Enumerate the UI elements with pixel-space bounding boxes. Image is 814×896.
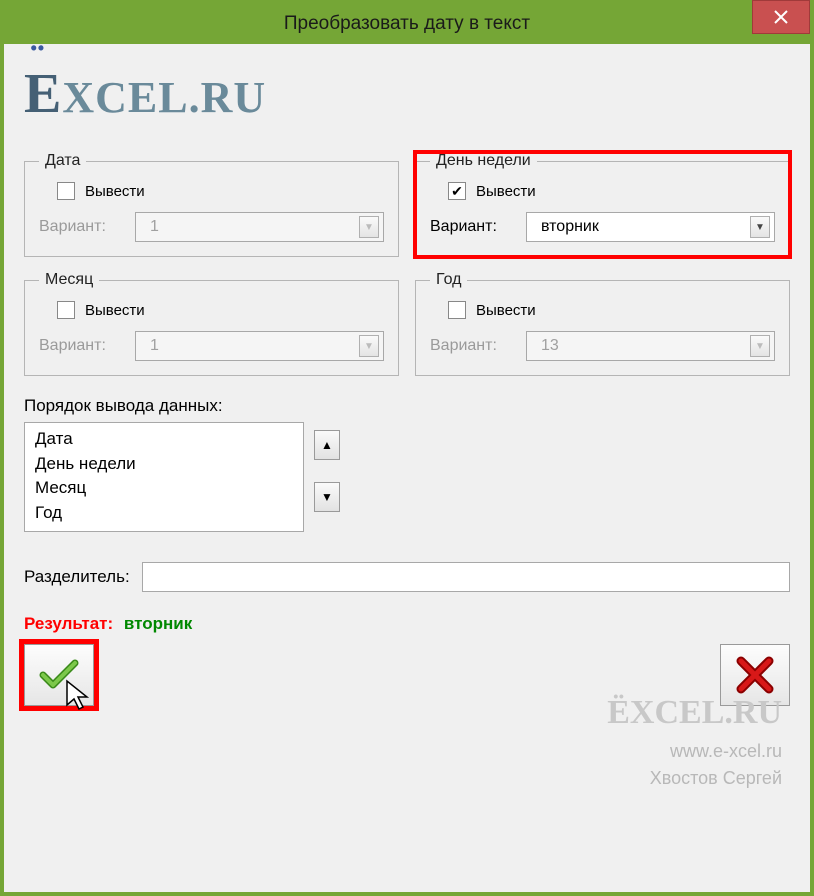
group-year-legend: Год <box>430 271 467 289</box>
cancel-button[interactable] <box>720 644 790 706</box>
chevron-down-icon: ▼ <box>359 216 379 238</box>
label-date-variant: Вариант: <box>39 218 123 236</box>
ok-button[interactable] <box>24 644 94 706</box>
watermark-author: Хвостов Сергей <box>607 765 782 792</box>
dropdown-month-value: 1 <box>150 337 159 355</box>
checkbox-month-output[interactable] <box>57 301 75 319</box>
dialog-window: Преобразовать дату в текст EXCEL.RU Дата… <box>0 0 814 896</box>
checkbox-weekday-output[interactable]: ✔ <box>448 182 466 200</box>
order-section: Порядок вывода данных: Дата День недели … <box>24 396 790 532</box>
result-row: Результат: вторник <box>24 614 790 634</box>
list-item[interactable]: Месяц <box>35 476 293 501</box>
label-year-output: Вывести <box>476 302 536 319</box>
dropdown-month-variant: 1 ▼ <box>135 331 384 361</box>
list-item[interactable]: Дата <box>35 427 293 452</box>
watermark-url: www.e-xcel.ru <box>607 738 782 765</box>
result-label: Результат: <box>24 614 113 633</box>
chevron-down-icon: ▼ <box>750 216 770 238</box>
check-icon <box>37 653 81 697</box>
label-month-variant: Вариант: <box>39 337 123 355</box>
group-date-legend: Дата <box>39 152 86 170</box>
separator-input[interactable] <box>142 562 790 592</box>
move-up-button[interactable]: ▲ <box>314 430 340 460</box>
separator-label: Разделитель: <box>24 567 130 587</box>
logo-text: XCEL.RU <box>62 73 266 122</box>
list-item[interactable]: Год <box>35 501 293 526</box>
checkbox-year-output[interactable] <box>448 301 466 319</box>
dropdown-date-value: 1 <box>150 218 159 236</box>
titlebar: Преобразовать дату в текст <box>4 4 810 44</box>
move-down-button[interactable]: ▼ <box>314 482 340 512</box>
group-year: Год Вывести Вариант: 13 ▼ <box>415 271 790 376</box>
dropdown-weekday-value: вторник <box>541 218 599 236</box>
group-weekday: День недели ✔ Вывести Вариант: вторник ▼ <box>415 152 790 257</box>
chevron-down-icon: ▼ <box>359 335 379 357</box>
window-title: Преобразовать дату в текст <box>284 13 530 35</box>
dropdown-date-variant: 1 ▼ <box>135 212 384 242</box>
dropdown-year-variant: 13 ▼ <box>526 331 775 361</box>
group-weekday-legend: День недели <box>430 152 537 170</box>
result-value: вторник <box>124 614 192 633</box>
label-date-output: Вывести <box>85 183 145 200</box>
checkbox-date-output[interactable] <box>57 182 75 200</box>
client-area: EXCEL.RU Дата Вывести Вариант: 1 ▼ <box>4 44 810 892</box>
order-listbox[interactable]: Дата День недели Месяц Год <box>24 422 304 532</box>
label-weekday-output: Вывести <box>476 183 536 200</box>
label-weekday-variant: Вариант: <box>430 218 514 236</box>
close-icon <box>774 10 788 24</box>
group-month: Месяц Вывести Вариант: 1 ▼ <box>24 271 399 376</box>
group-date: Дата Вывести Вариант: 1 ▼ <box>24 152 399 257</box>
list-item[interactable]: День недели <box>35 452 293 477</box>
label-year-variant: Вариант: <box>430 337 514 355</box>
x-icon <box>735 655 775 695</box>
order-label: Порядок вывода данных: <box>24 396 790 416</box>
close-button[interactable] <box>752 0 810 34</box>
dropdown-year-value: 13 <box>541 337 559 355</box>
logo: EXCEL.RU <box>24 62 790 126</box>
chevron-down-icon: ▼ <box>750 335 770 357</box>
label-month-output: Вывести <box>85 302 145 319</box>
dropdown-weekday-variant[interactable]: вторник ▼ <box>526 212 775 242</box>
group-month-legend: Месяц <box>39 271 99 289</box>
